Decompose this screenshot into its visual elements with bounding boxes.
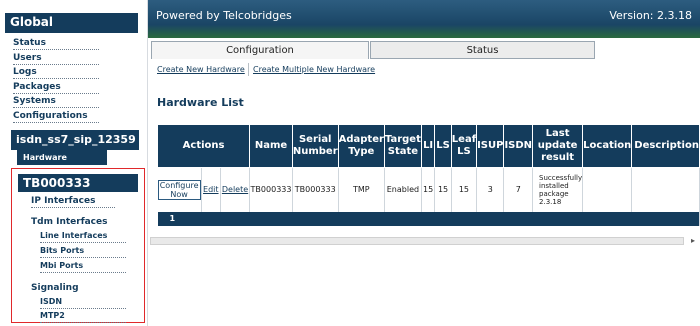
tab-configuration[interactable]: Configuration [151, 41, 369, 59]
header-isdn[interactable]: ISDN [503, 124, 534, 168]
header-leaf-ls[interactable]: Leaf LS [450, 124, 478, 168]
cell-location [582, 167, 633, 212]
header-description[interactable]: Description [631, 124, 700, 168]
cell-isdn: 7 [503, 167, 534, 212]
nav-header-system[interactable]: isdn_ss7_sip_12359 [11, 130, 139, 150]
nav-section-tdm-interfaces: Tdm Interfaces [31, 217, 108, 227]
action-separator [248, 63, 249, 76]
horizontal-scrollbar[interactable]: ◂ ▸ [148, 236, 700, 246]
header-location[interactable]: Location [582, 124, 633, 168]
nav-section-signaling: Signaling [31, 283, 79, 293]
pager-page-1[interactable]: 1 [157, 211, 700, 226]
tab-bar: Configuration Status [148, 40, 700, 60]
cell-last-update: Successfully installed package 2.3.18 [532, 167, 584, 212]
nav-header-global: Global [5, 13, 138, 33]
create-new-hardware-link[interactable]: Create New Hardware [157, 65, 245, 74]
banner-version: Version: 2.3.18 [609, 9, 692, 22]
banner-brand: Powered by Telcobridges [156, 9, 292, 22]
sidebar-item-hardware[interactable]: Hardware [17, 150, 107, 165]
hardware-table: Actions Name Serial Number Adapter Type … [157, 124, 700, 226]
nav-link-mbi-ports[interactable]: Mbi Ports [40, 260, 126, 273]
nav-link-logs[interactable]: Logs [13, 66, 99, 79]
top-banner: Powered by Telcobridges Version: 2.3.18 [148, 0, 700, 38]
header-adapter-type[interactable]: Adapter Type [337, 124, 385, 168]
tab-status[interactable]: Status [370, 41, 595, 59]
header-target-state[interactable]: Target State [383, 124, 422, 168]
configure-now-cell: Configure Now [157, 167, 202, 212]
nav-header-tb[interactable]: TB000333 [18, 174, 138, 192]
cell-isup: 3 [476, 167, 505, 212]
header-ls[interactable]: LS [434, 124, 452, 168]
header-name[interactable]: Name [249, 124, 293, 168]
cell-name: TB000333 [249, 167, 293, 212]
header-actions: Actions [157, 124, 251, 168]
header-serial-number[interactable]: Serial Number [291, 124, 339, 168]
table-row: Configure Now Edit Delete TB000333 TB000… [157, 167, 700, 212]
sidebar: Global Status Users Logs Packages System… [0, 0, 148, 326]
cell-description [631, 167, 700, 212]
nav-link-isdn[interactable]: ISDN [40, 296, 126, 309]
cell-serial: TB000333 [292, 167, 339, 212]
edit-link[interactable]: Edit [201, 167, 221, 212]
nav-link-line-interfaces[interactable]: Line Interfaces [40, 230, 126, 243]
nav-link-status[interactable]: Status [13, 37, 99, 50]
hardware-table-wrap: Actions Name Serial Number Adapter Type … [157, 124, 700, 234]
delete-link[interactable]: Delete [220, 167, 251, 212]
nav-link-bits-ports[interactable]: Bits Ports [40, 245, 126, 258]
nav-link-systems[interactable]: Systems [13, 95, 99, 108]
page-title: Hardware List [157, 96, 244, 109]
scrollbar-track[interactable] [150, 237, 684, 245]
nav-link-packages[interactable]: Packages [13, 81, 99, 94]
header-isup[interactable]: ISUP [476, 124, 505, 168]
cell-target-state: Enabled [384, 167, 422, 212]
pager-row: 1 [157, 211, 700, 226]
header-li[interactable]: LI [420, 124, 436, 168]
header-last-update[interactable]: Last update result [532, 124, 584, 168]
table-header-row: Actions Name Serial Number Adapter Type … [157, 124, 700, 168]
action-bar: Create New Hardware Create Multiple New … [148, 60, 700, 80]
create-multiple-hardware-link[interactable]: Create Multiple New Hardware [253, 65, 375, 74]
cell-adapter: TMP [338, 167, 385, 212]
scroll-right-icon[interactable]: ▸ [688, 236, 698, 246]
cell-ls: 15 [434, 167, 452, 212]
cell-leaf-ls: 15 [451, 167, 478, 212]
nav-link-users[interactable]: Users [13, 52, 99, 65]
nav-link-mtp2[interactable]: MTP2 [40, 310, 126, 323]
nav-link-ip-interfaces[interactable]: IP Interfaces [31, 195, 115, 208]
nav-link-configurations[interactable]: Configurations [13, 110, 99, 123]
main-content: Hardware List Actions Name Serial Number… [148, 80, 700, 326]
configure-now-button[interactable]: Configure Now [157, 179, 201, 200]
cell-li: 15 [421, 167, 436, 212]
